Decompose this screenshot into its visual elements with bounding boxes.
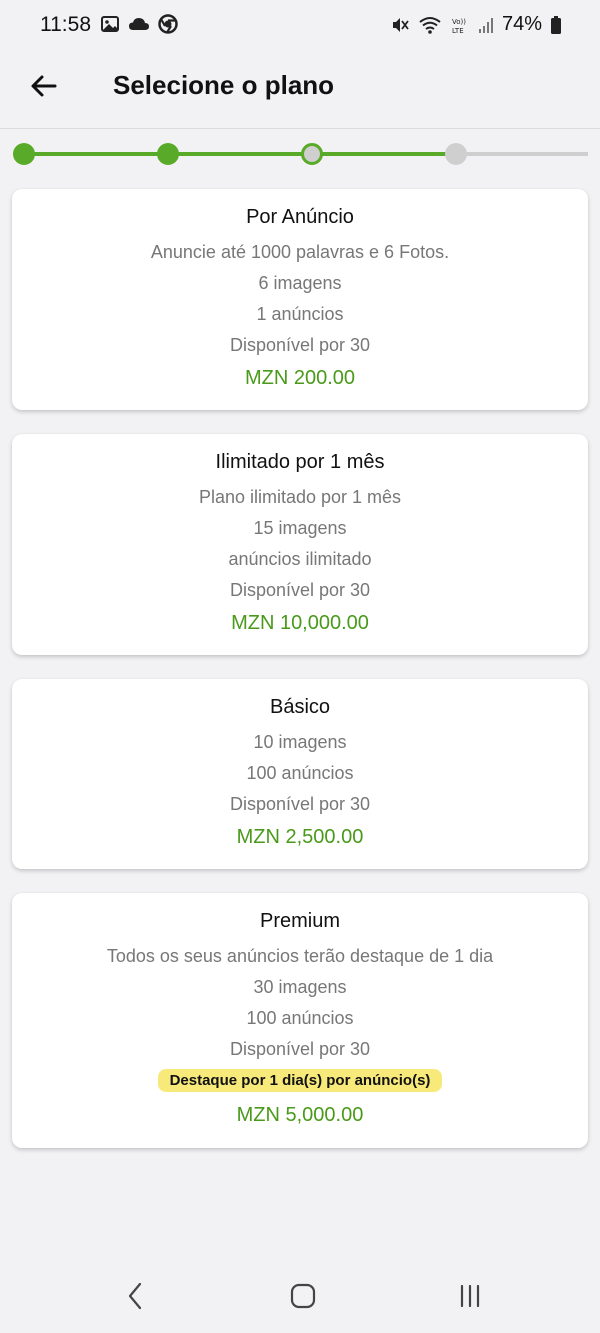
plan-ads: 100 anúncios xyxy=(246,763,354,783)
status-notification-icons xyxy=(100,14,178,34)
step-3-current xyxy=(301,143,323,165)
nav-back-button[interactable] xyxy=(116,1278,156,1318)
plan-images: 10 imagens xyxy=(253,732,347,752)
plan-price: MZN 200.00 xyxy=(244,367,356,389)
plan-card-por-anuncio[interactable]: Por Anúncio Anuncie até 1000 palavras e … xyxy=(12,189,588,410)
app-bar: Selecione o plano xyxy=(0,52,600,129)
plan-availability: Disponível por 30 xyxy=(229,794,371,814)
step-1-completed xyxy=(13,143,35,165)
battery-percentage: 74% xyxy=(501,13,542,35)
back-button[interactable] xyxy=(24,68,64,108)
plan-images: 15 imagens xyxy=(253,518,347,538)
plan-price: MZN 5,000.00 xyxy=(236,1104,364,1126)
nav-home-button[interactable] xyxy=(283,1278,323,1318)
nav-recents-button[interactable] xyxy=(450,1278,490,1318)
highlight-badge: Destaque por 1 dia(s) por anúncio(s) xyxy=(157,1069,443,1092)
plan-images: 6 imagens xyxy=(258,273,342,293)
plan-images: 30 imagens xyxy=(253,977,347,997)
plan-ads: 100 anúncios xyxy=(246,1008,354,1028)
system-nav-bar xyxy=(0,1262,600,1333)
plan-ads: 1 anúncios xyxy=(256,304,344,324)
plan-ads: anúncios ilimitado xyxy=(228,549,372,569)
status-time: 11:58 xyxy=(40,13,91,36)
plan-card-basico[interactable]: Básico 10 imagens 100 anúncios Disponíve… xyxy=(12,679,588,869)
plan-list: Por Anúncio Anuncie até 1000 palavras e … xyxy=(12,189,588,1172)
plan-card-ilimitado[interactable]: Ilimitado por 1 mês Plano ilimitado por … xyxy=(12,434,588,655)
cloud-icon xyxy=(128,14,150,34)
arrow-left-icon xyxy=(29,71,59,106)
status-system-icons: Vo)) LTE 74% xyxy=(390,13,562,36)
plan-price: MZN 2,500.00 xyxy=(236,826,364,848)
image-icon xyxy=(100,14,120,34)
volte-icon: Vo)) LTE xyxy=(450,15,470,35)
plan-title: Ilimitado por 1 mês xyxy=(215,451,385,473)
step-4-pending xyxy=(445,143,467,165)
mute-icon xyxy=(390,15,410,35)
plan-title: Básico xyxy=(269,696,331,718)
svg-text:LTE: LTE xyxy=(452,27,464,35)
plan-availability: Disponível por 30 xyxy=(229,335,371,355)
plan-price: MZN 10,000.00 xyxy=(231,612,369,634)
plan-availability: Disponível por 30 xyxy=(229,1039,371,1059)
plan-description: Anuncie até 1000 palavras e 6 Fotos. xyxy=(150,242,450,262)
recents-nav-icon xyxy=(456,1282,484,1315)
status-bar: 11:58 Vo)) LTE 74% xyxy=(0,0,600,52)
signal-icon xyxy=(478,15,494,35)
plan-description: Todos os seus anúncios terão destaque de… xyxy=(106,946,494,966)
plan-availability: Disponível por 30 xyxy=(229,580,371,600)
page-title: Selecione o plano xyxy=(113,70,335,100)
step-2-completed xyxy=(157,143,179,165)
chrome-icon xyxy=(158,14,178,34)
stepper-line-completed xyxy=(24,152,456,156)
progress-stepper xyxy=(0,128,600,180)
stepper-line-pending xyxy=(456,152,588,156)
wifi-icon xyxy=(418,15,442,35)
battery-icon xyxy=(550,15,562,35)
plan-title: Por Anúncio xyxy=(246,206,354,228)
plan-card-premium[interactable]: Premium Todos os seus anúncios terão des… xyxy=(12,893,588,1148)
back-nav-icon xyxy=(124,1281,148,1316)
svg-text:Vo)): Vo)) xyxy=(452,18,466,26)
plan-title: Premium xyxy=(259,910,340,932)
home-nav-icon xyxy=(289,1282,317,1315)
plan-description: Plano ilimitado por 1 mês xyxy=(198,487,402,507)
